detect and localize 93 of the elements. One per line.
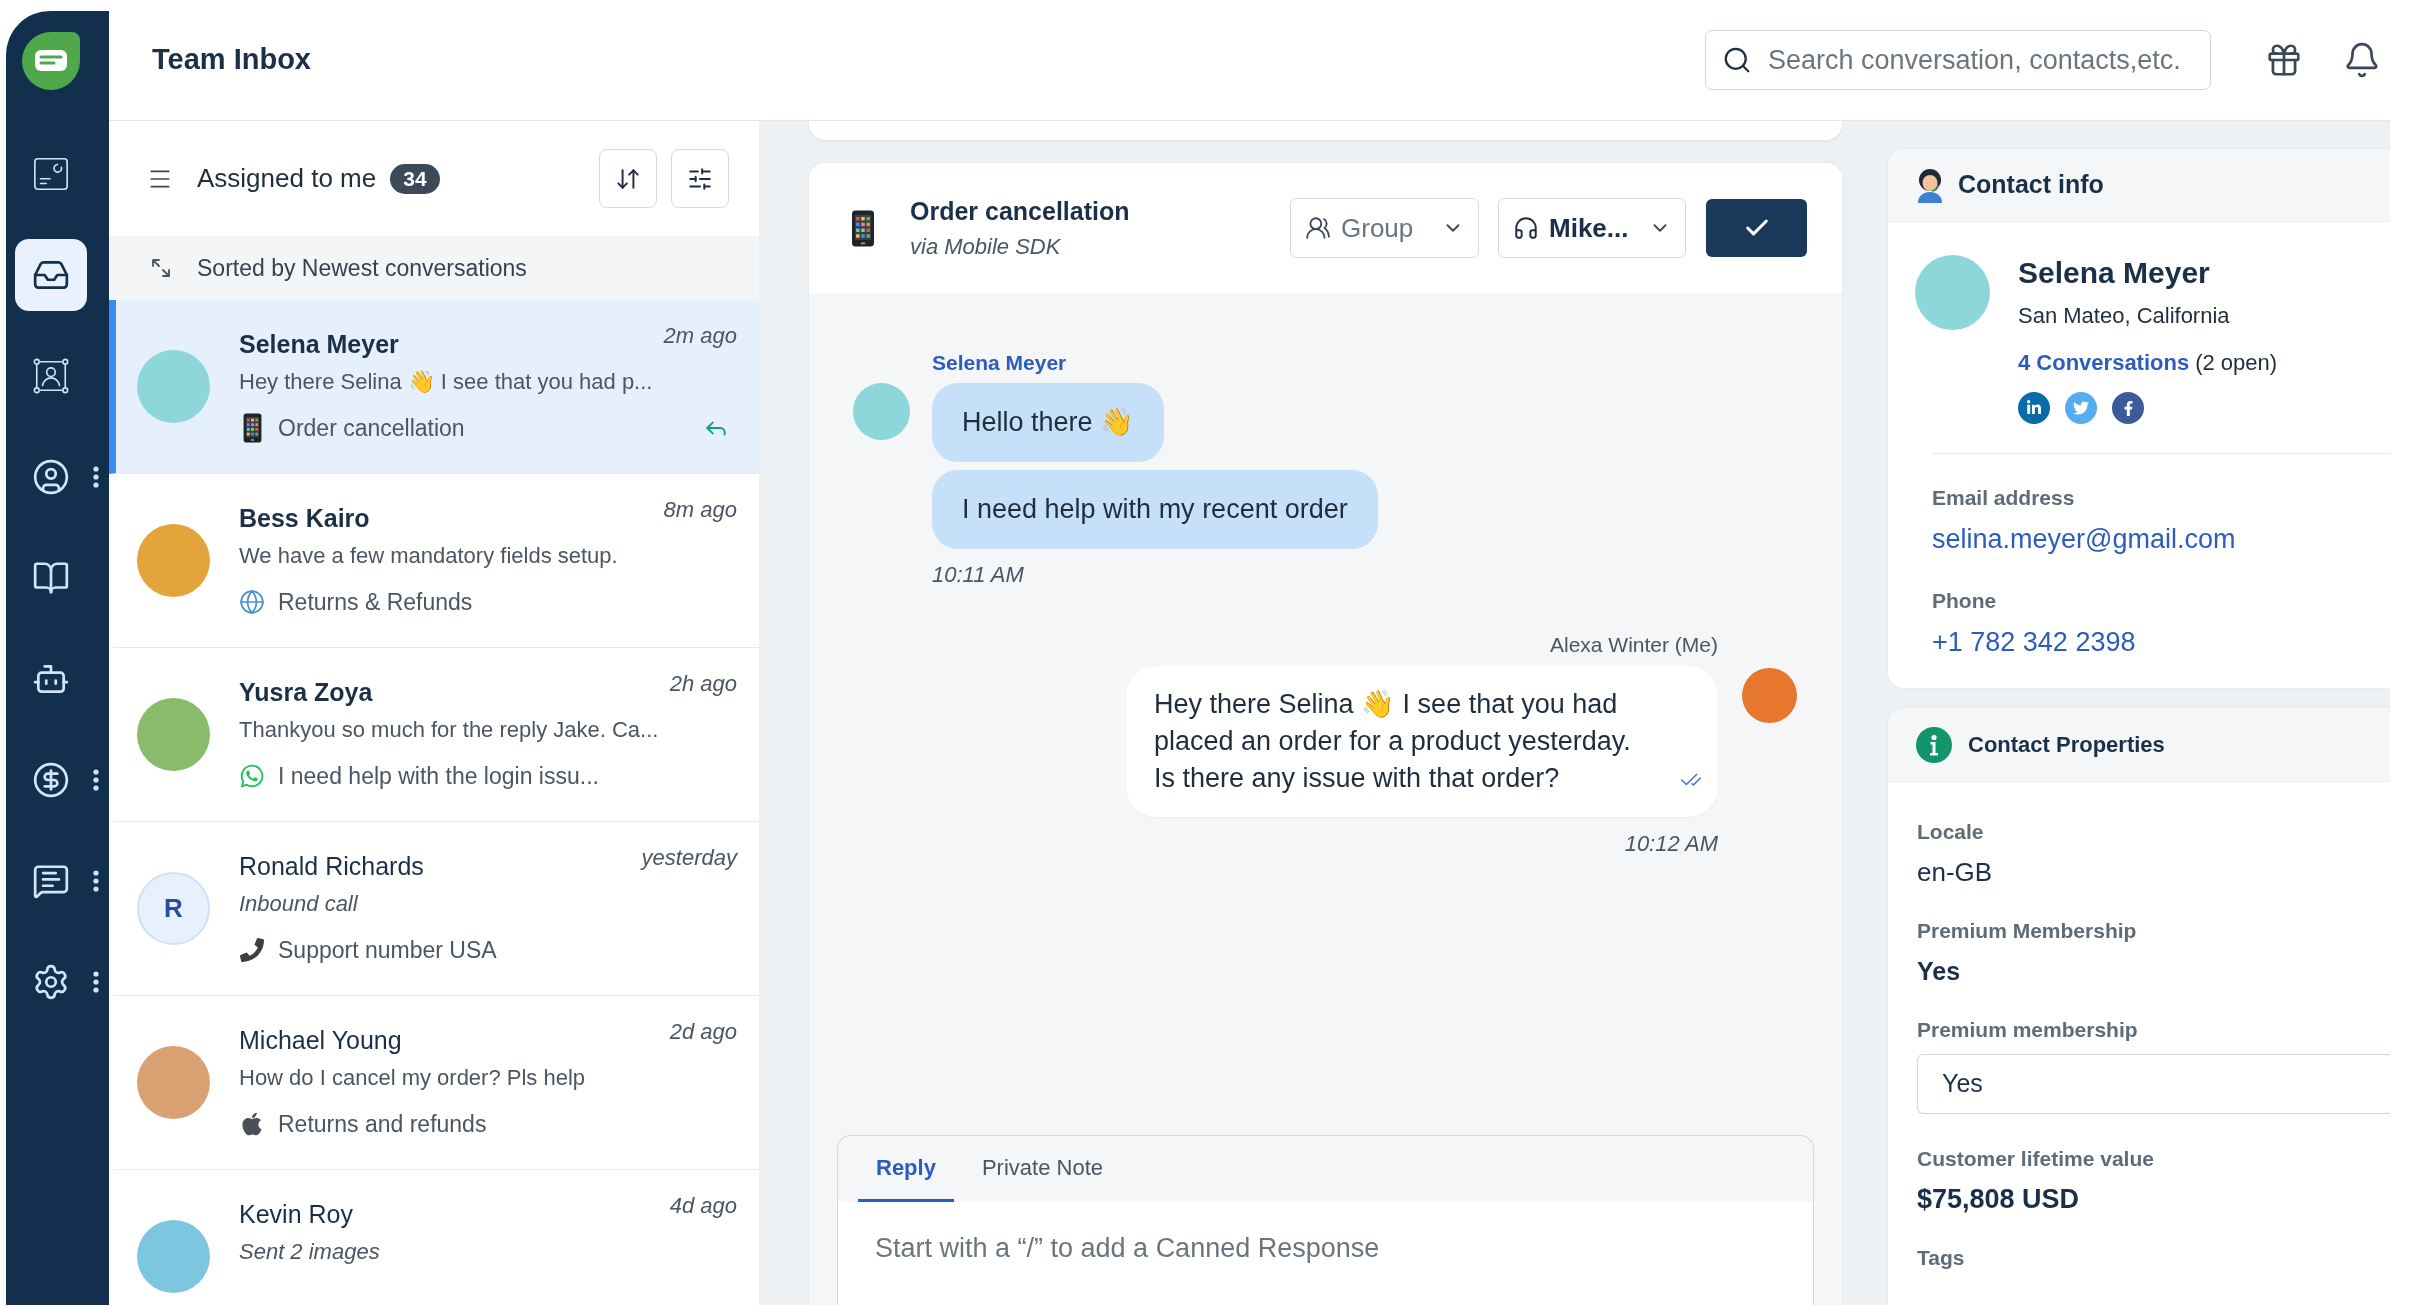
search-icon	[1722, 45, 1752, 75]
property-value: $75,808 USD	[1917, 1185, 2080, 1213]
field-link[interactable]: selina.meyer@gmail.com	[1932, 524, 2236, 554]
globe-icon	[239, 589, 265, 615]
property-label: Premium Membership	[1917, 919, 2137, 943]
group-dropdown[interactable]: Group	[1290, 198, 1479, 258]
time-ago: 2m ago	[663, 322, 737, 350]
avatar-initial: R	[137, 872, 210, 945]
property-label: Premium membership	[1917, 1018, 2138, 1042]
contact-name: Kevin Roy	[239, 1199, 353, 1230]
more-icon[interactable]	[92, 869, 100, 893]
message-text: Hey there Selina 👋 I see that you had placed an order for a product yesterday. Is there any issue with that order?	[1154, 688, 1631, 795]
mobile-phone-icon	[851, 209, 875, 247]
people-icon	[1305, 215, 1331, 241]
more-icon[interactable]	[92, 970, 100, 994]
facebook-icon[interactable]	[2112, 392, 2144, 424]
contact-name: Yusra Zoya	[239, 677, 373, 708]
message-time: 10:11 AM	[932, 562, 1024, 588]
user-icon	[32, 458, 70, 496]
gift-icon[interactable]	[2265, 41, 2303, 79]
message-preview: Inbound call	[239, 890, 359, 918]
more-icon[interactable]	[92, 768, 100, 792]
sort-note: Sorted by Newest conversations	[197, 253, 527, 283]
filter-label[interactable]: Assigned to me	[197, 159, 377, 198]
channel-label: Returns and refunds	[278, 1109, 487, 1139]
headset-icon	[1513, 215, 1539, 241]
logo-icon	[22, 32, 80, 90]
message-text: I need help with my recent order	[962, 493, 1348, 526]
whatsapp-icon	[239, 763, 265, 789]
nav-button[interactable]	[15, 239, 87, 311]
sender-name: Alexa Winter (Me)	[1549, 632, 1718, 658]
message-text: Hello there 👋	[962, 406, 1135, 439]
card-title: Contact Properties	[1968, 731, 2165, 759]
info-icon	[1916, 726, 1952, 763]
filter-button[interactable]	[671, 149, 729, 208]
apple-icon	[240, 1111, 264, 1137]
open-count: (2 open)	[2195, 349, 2278, 377]
check-button[interactable]	[1706, 199, 1807, 257]
more-icon[interactable]	[92, 465, 100, 489]
dollar-icon	[32, 761, 70, 799]
linkedin-icon[interactable]	[2018, 392, 2050, 424]
field-label: Email address	[1932, 486, 2075, 510]
field-label: Phone	[1932, 589, 1997, 613]
count-badge: 34	[390, 163, 440, 194]
property-label: Customer lifetime value	[1917, 1147, 2154, 1171]
message-preview: How do I cancel my order? Pls help	[239, 1064, 587, 1092]
property-value: en-GB	[1917, 858, 1993, 886]
agent-dropdown[interactable]: Mike...	[1498, 198, 1686, 258]
settings-icon	[32, 963, 70, 1001]
time-ago: 2h ago	[669, 670, 737, 698]
mobile-phone-icon	[242, 413, 262, 443]
report-icon	[32, 155, 70, 193]
composer-tab[interactable]: Private Note	[963, 1136, 1121, 1202]
time-ago: yesterday	[641, 844, 737, 872]
sort-arrows-icon	[149, 256, 173, 280]
property-label: Tags	[1917, 1246, 1965, 1270]
property-value: Yes	[1917, 957, 1961, 985]
conversation-title: Order cancellation	[910, 196, 1130, 227]
time-ago: 4d ago	[669, 1192, 737, 1220]
person-frame-icon	[32, 357, 70, 395]
card-title: Contact info	[1958, 169, 2104, 201]
contact-name: Michael Young	[239, 1025, 402, 1056]
message-preview: Hey there Selina 👋 I see that you had p...	[239, 368, 654, 396]
contact-name: Selena Meyer	[239, 329, 399, 360]
channel-label: I need help with the login issu...	[278, 761, 599, 791]
contact-name: Ronald Richards	[239, 851, 424, 882]
channel-label: Order cancellation	[278, 413, 465, 443]
contact-name: Bess Kairo	[239, 503, 370, 534]
message-time: 10:12 AM	[1624, 831, 1718, 857]
time-ago: 2d ago	[669, 1018, 737, 1046]
conversation-item[interactable]: Selena Meyer 2m ago Hey there Selina 👋 I see that you had p... Order cancellation	[109, 300, 759, 474]
message-preview: Thankyou so much for the reply Jake. Ca...	[239, 716, 660, 744]
reply-field[interactable]: Start with a “/” to add a Canned Response	[837, 1202, 1814, 1305]
field-link[interactable]: +1 782 342 2398	[1932, 627, 2136, 657]
message-icon	[32, 862, 70, 900]
search-field[interactable]: Search conversation, contacts,etc.	[1705, 30, 2211, 90]
conversations-link[interactable]: 4 Conversations	[2018, 349, 2190, 377]
conversation-source: via Mobile SDK	[910, 233, 1062, 261]
contact-name: Selena Meyer	[2018, 255, 2210, 291]
message-preview: We have a few mandatory fields setup.	[239, 542, 619, 570]
time-ago: 8m ago	[663, 496, 737, 524]
sort-button[interactable]	[599, 149, 657, 208]
page-title: Team Inbox	[152, 42, 311, 78]
agent-icon	[1916, 167, 1944, 203]
message-preview: Sent 2 images	[239, 1238, 381, 1266]
select-field[interactable]: Yes	[1917, 1054, 2390, 1114]
contact-location: San Mateo, California	[2018, 302, 2230, 330]
channel-label: Support number USA	[278, 935, 497, 965]
filter-icon	[687, 165, 713, 192]
channel-label: Returns & Refunds	[278, 587, 473, 617]
phone-icon	[240, 938, 264, 962]
property-label: Locale	[1917, 820, 1984, 844]
sender-name: Selena Meyer	[932, 350, 1067, 376]
